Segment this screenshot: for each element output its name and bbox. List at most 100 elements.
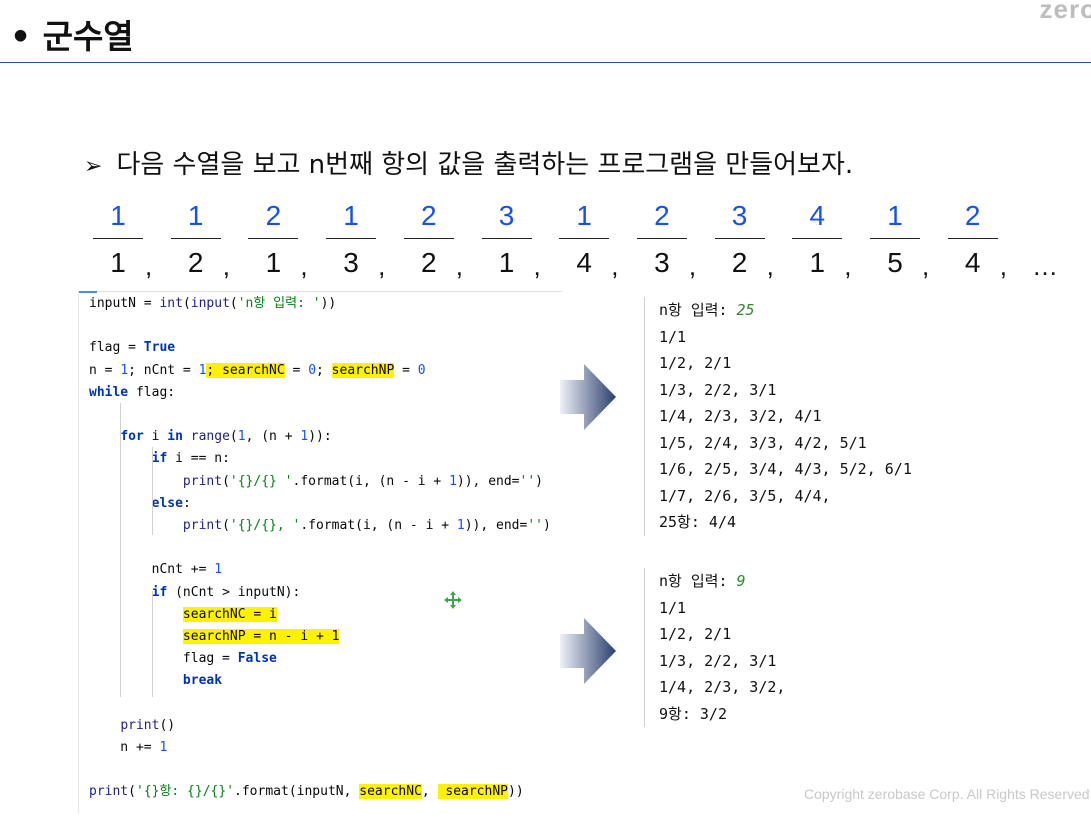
code-line: inputN = int(input('n항 입력: ')) <box>89 293 336 315</box>
fraction-numerator: 1 <box>343 200 359 231</box>
fraction-denominator: 5 <box>887 247 903 278</box>
code-token: )): <box>308 429 332 445</box>
code-token: print <box>120 717 160 733</box>
sequence-fraction: 41 <box>792 198 843 281</box>
code-line: if i == n: <box>89 448 230 470</box>
output-line: 1/6, 2/5, 3/4, 4/3, 5/2, 6/1 <box>659 460 912 478</box>
sequence-separator: , <box>922 251 930 281</box>
output-line: 1/4, 2/3, 3/2, 4/1 <box>659 407 822 425</box>
fraction-numerator: 2 <box>265 200 282 231</box>
code-line: else: <box>89 493 191 515</box>
code-token: )), end= <box>464 518 528 533</box>
code-token: searchNC = i <box>182 606 277 622</box>
output-input-value: 9 <box>736 572 746 590</box>
sequence-fraction: 21 <box>248 198 299 281</box>
sequence-fraction: 22 <box>403 198 454 281</box>
code-token: )), end= <box>456 473 520 489</box>
output-line: 1/2, 2/1 <box>659 354 732 372</box>
code-token: ( <box>229 296 238 311</box>
code-line: print('{}/{}, '.format(i, (n - i + 1)), … <box>89 515 551 537</box>
code-token: = <box>394 362 418 378</box>
fraction-numerator: 1 <box>187 200 204 231</box>
fraction-numerator: 1 <box>887 200 903 231</box>
sequence-fraction: 31 <box>481 198 532 281</box>
code-token: while <box>89 384 129 400</box>
slide-title: • 군수열 <box>10 17 134 56</box>
bullet-line: ➢ 다음 수열을 보고 n번째 항의 값을 출력하는 프로그램을 만들어보자. <box>84 144 853 181</box>
code-line: nCnt += 1 <box>89 559 222 581</box>
code-token: input <box>190 296 230 311</box>
fraction-bar <box>870 238 920 239</box>
output-line: 1/4, 2/3, 3/2, <box>659 678 786 696</box>
title-divider <box>0 62 1091 63</box>
sequence-separator: , <box>611 251 619 281</box>
code-token: in <box>167 429 183 445</box>
fraction-bar <box>792 238 843 239</box>
code-line: flag = True <box>89 337 175 359</box>
code-token: False <box>237 651 277 667</box>
code-token: int <box>159 296 183 311</box>
code-line: searchNP = n - i + 1 <box>89 626 340 648</box>
fraction-denominator: 4 <box>964 247 981 278</box>
fraction-denominator: 2 <box>731 247 748 278</box>
code-line: while flag: <box>89 382 175 404</box>
indent-guide <box>152 447 153 535</box>
code-token: : <box>182 495 191 511</box>
code-token: 1 <box>449 473 457 489</box>
code-token: , (n + <box>245 429 301 445</box>
code-token: range <box>190 429 230 445</box>
move-cursor-icon <box>444 591 462 609</box>
copyright: Copyright zerobase Corp. All Rights Rese… <box>804 786 1090 802</box>
code-token: searchNP = n - i + <box>182 629 332 644</box>
fraction-denominator: 3 <box>654 247 670 278</box>
fraction-numerator: 4 <box>809 200 826 231</box>
code-token: ) <box>535 473 543 489</box>
output-line: 1/3, 2/2, 3/1 <box>659 380 777 399</box>
fraction-bar <box>403 238 454 239</box>
fraction-numerator: 1 <box>576 200 592 231</box>
code-token: '{}항: {}/{}' <box>135 784 235 800</box>
sequence-separator: , <box>145 251 153 281</box>
output-prompt: n항 입력: <box>659 301 737 319</box>
code-token: ( <box>182 296 191 311</box>
fraction-bar <box>326 238 377 239</box>
output-panel-1: n항 입력: 25 1/1 1/2, 2/1 1/3, 2/2, 3/1 1/4, 2/… <box>644 297 912 536</box>
code-token: ; <box>206 362 223 378</box>
code-token: n = <box>89 362 121 378</box>
fraction-numerator: 2 <box>654 200 670 231</box>
arrow-right-icon <box>560 618 616 684</box>
code-token: nCnt += <box>89 562 215 578</box>
output-input-value: 25 <box>736 301 755 319</box>
code-token: 0 <box>417 362 426 378</box>
arrow-right-icon <box>560 364 616 430</box>
code-line: searchNC = i <box>89 604 277 626</box>
code-token: else <box>151 495 183 511</box>
fraction-bar <box>559 238 610 239</box>
sequence-fraction: 11 <box>93 198 143 281</box>
code-token: '{}/{}, ' <box>229 518 301 533</box>
code-token: 0 <box>308 362 317 378</box>
code-token: searchNP <box>331 362 395 378</box>
sequence-separator: , <box>766 251 774 281</box>
sequence-fraction: 23 <box>636 198 687 281</box>
indent-guide <box>120 403 121 697</box>
code-token: break <box>182 673 223 689</box>
code-token: )) <box>320 296 337 311</box>
code-line: print() <box>89 715 175 737</box>
code-token: ( <box>222 518 230 533</box>
code-token: 1 <box>214 562 223 578</box>
code-token: '' <box>519 473 536 489</box>
code-token: if <box>151 584 168 600</box>
fraction-numerator: 1 <box>110 200 126 231</box>
code-token: ( <box>229 429 238 445</box>
sequence-separator: , <box>999 251 1007 281</box>
code-token: 1 <box>159 740 168 755</box>
sequence-fraction: 12 <box>170 198 221 281</box>
code-token: ( <box>222 473 230 489</box>
code-token: .format(inputN, <box>234 784 360 800</box>
